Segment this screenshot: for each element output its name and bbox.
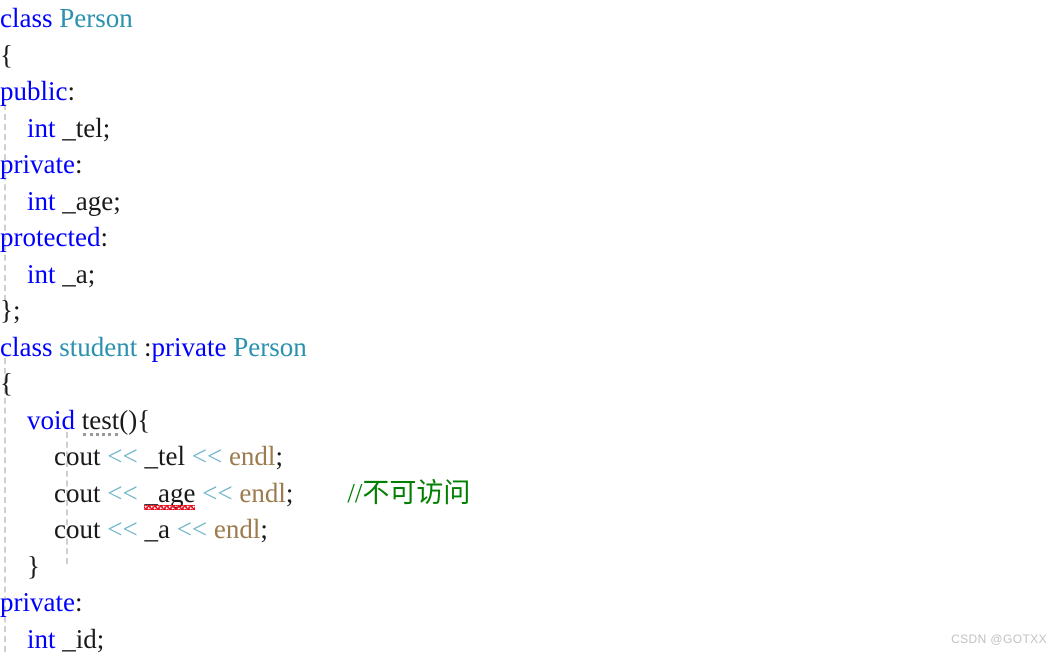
code-token-plain_text: test [82, 405, 120, 435]
code-line[interactable]: void test(){ [0, 402, 1055, 439]
code-token-plain_text: { [0, 40, 13, 70]
code-token-stream_operator: << [107, 441, 137, 471]
code-token-keyword: public [0, 76, 68, 106]
code-token-stream_operator: << [107, 478, 137, 508]
code-line[interactable]: private: [0, 584, 1055, 621]
code-token-comment: //不可访问 [347, 478, 470, 508]
code-token-plain_text [222, 441, 229, 471]
code-line[interactable]: public: [0, 73, 1055, 110]
code-token-keyword: protected [0, 222, 100, 252]
code-token-type_name: Person [233, 332, 307, 362]
code-token-plain_text: _tel [138, 441, 192, 471]
code-token-stream_operator: << [192, 441, 222, 471]
code-token-plain_text: : [68, 76, 76, 106]
code-line[interactable]: cout << _age << endl; //不可访问 [0, 475, 1055, 512]
code-token-plain_text: : [100, 222, 108, 252]
code-token-stream_operator: << [202, 478, 232, 508]
code-line[interactable]: protected: [0, 219, 1055, 256]
code-token-stream_identifier: endl [229, 441, 276, 471]
code-token-stream_identifier: endl [214, 514, 261, 544]
code-line[interactable]: class student :private Person [0, 329, 1055, 366]
code-token-plain_text: (){ [119, 405, 150, 435]
code-token-type_name: student [59, 332, 137, 362]
code-token-plain_text [207, 514, 214, 544]
code-editor-surface: class Person{public: int _tel;private: i… [0, 0, 1055, 652]
code-token-keyword: int [27, 186, 56, 216]
code-token-plain_text: _age [144, 478, 195, 508]
code-token-plain_text: : [75, 587, 83, 617]
code-token-plain_text [0, 259, 27, 289]
code-token-plain_text: cout [0, 514, 107, 544]
code-line[interactable]: { [0, 365, 1055, 402]
code-token-keyword: private [0, 149, 75, 179]
code-token-plain_text: _id; [56, 624, 105, 654]
code-line[interactable]: int _a; [0, 256, 1055, 293]
code-line[interactable]: }; [0, 292, 1055, 329]
code-token-keyword: int [27, 113, 56, 143]
code-line[interactable]: class Person [0, 0, 1055, 37]
code-token-plain_text: _age; [56, 186, 121, 216]
code-token-plain_text: : [75, 149, 83, 179]
code-line[interactable]: { [0, 37, 1055, 74]
code-line[interactable]: private: [0, 146, 1055, 183]
code-token-plain_text: _tel; [56, 113, 111, 143]
code-token-plain_text: _a [138, 514, 177, 544]
code-token-plain_text [0, 186, 27, 216]
intellisense-hint-underline[interactable]: test [82, 402, 120, 439]
code-line[interactable]: int _age; [0, 183, 1055, 220]
code-token-stream_operator: << [177, 514, 207, 544]
code-token-plain_text: ; [275, 441, 283, 471]
code-token-plain_text: ; [260, 514, 268, 544]
code-line[interactable]: cout << _a << endl; [0, 511, 1055, 548]
code-line[interactable]: } [0, 548, 1055, 585]
code-token-plain_text [0, 113, 27, 143]
code-token-stream_operator: << [107, 514, 137, 544]
code-token-plain_text: _a; [56, 259, 96, 289]
code-token-plain_text: cout [0, 478, 107, 508]
code-token-keyword: private [0, 587, 75, 617]
code-token-keyword: int [27, 624, 56, 654]
code-token-keyword: private [152, 332, 227, 362]
csdn-watermark: CSDN @GOTXX [951, 632, 1047, 646]
code-token-plain_text: cout [0, 441, 107, 471]
code-token-plain_text: } [0, 551, 40, 581]
code-token-plain_text [0, 405, 27, 435]
code-token-keyword: void [27, 405, 75, 435]
code-token-plain_text: : [137, 332, 151, 362]
error-squiggle-marker: _age [144, 475, 195, 512]
code-line[interactable]: cout << _tel << endl; [0, 438, 1055, 475]
code-token-stream_identifier: endl [239, 478, 286, 508]
code-token-plain_text [0, 624, 27, 654]
code-token-plain_text: }; [0, 295, 20, 325]
code-token-keyword: int [27, 259, 56, 289]
code-token-keyword: class [0, 3, 59, 33]
code-token-plain_text [293, 478, 347, 508]
code-token-plain_text [75, 405, 82, 435]
code-token-type_name: Person [59, 3, 133, 33]
code-token-keyword: class [0, 332, 59, 362]
code-line[interactable]: int _tel; [0, 110, 1055, 147]
code-token-plain_text: { [0, 368, 13, 398]
